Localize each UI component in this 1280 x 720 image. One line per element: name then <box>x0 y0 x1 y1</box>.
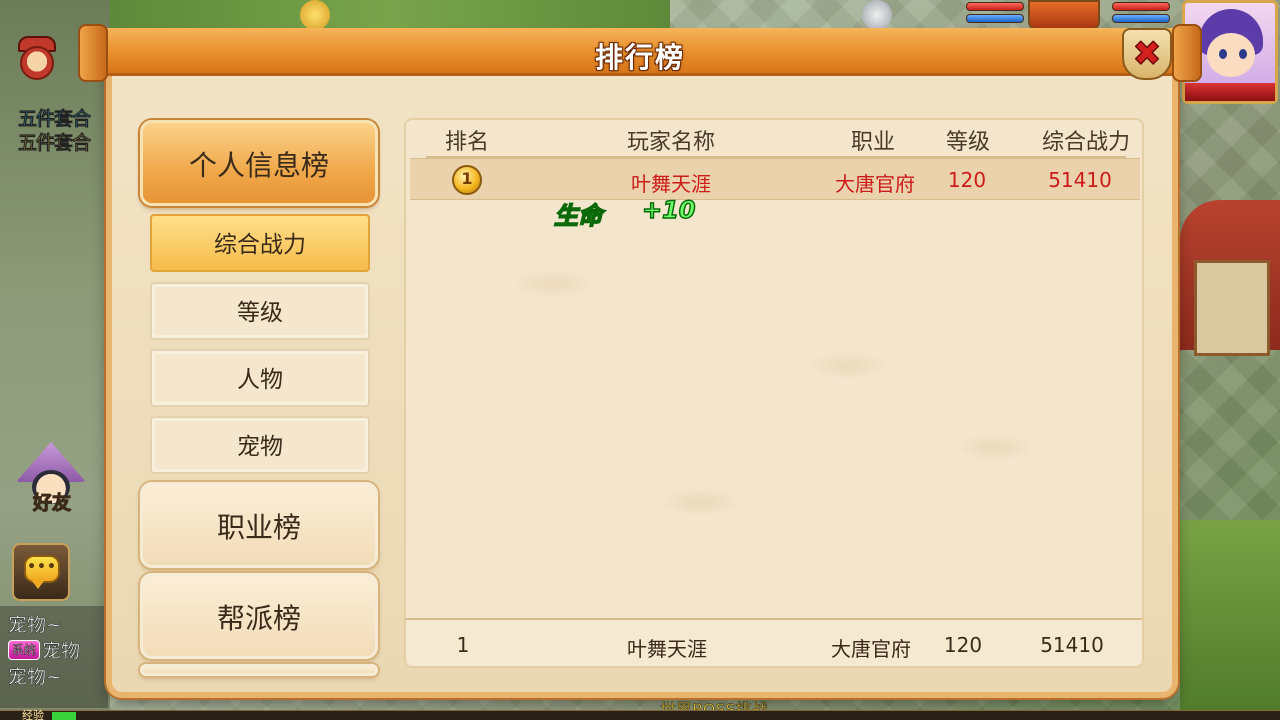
subtab-character[interactable]: 人物 <box>150 349 370 407</box>
subtab-pet[interactable]: 宠物 <box>150 416 370 474</box>
experience-bar: 经验 <box>0 709 1280 720</box>
tab-personal-info[interactable]: 个人信息榜 <box>140 120 378 206</box>
header-rank: 排名 <box>444 130 489 155</box>
chat-line: 系统 宠物 <box>8 638 100 664</box>
player-power: 51410 <box>1048 168 1112 192</box>
player-level: 120 <box>947 168 987 192</box>
tab-guild[interactable]: 帮派榜 <box>140 573 378 659</box>
floating-hp-label: 生命 <box>553 201 603 231</box>
promo-text: 五件套合 <box>18 108 92 131</box>
tab-more[interactable] <box>140 664 378 676</box>
rank-medal-icon: 1 <box>452 165 482 195</box>
header-level: 等级 <box>945 130 990 155</box>
floating-hp-value: +10 <box>641 195 696 225</box>
chat-bubble-icon <box>24 555 60 589</box>
close-button[interactable]: ✖ <box>1122 28 1172 80</box>
chat-line: 宠物~ <box>8 614 62 637</box>
close-x-icon: ✖ <box>1132 33 1162 75</box>
table-header: 排名 玩家名称 职业 等级 综合战力 <box>426 120 1130 158</box>
my-rank-row: 1 叶舞天涯 大唐官府 120 51410 <box>406 618 1142 666</box>
my-power: 51410 <box>1040 633 1104 657</box>
my-name: 叶舞天涯 <box>627 637 707 661</box>
my-rank: 1 <box>456 633 470 657</box>
player-hp-mp-bars <box>966 2 1024 26</box>
player-name: 叶舞天涯 <box>631 172 711 196</box>
npc-sprite[interactable] <box>300 0 330 30</box>
header-combat-power: 综合战力 <box>1041 130 1130 155</box>
table-row[interactable]: 1 叶舞天涯 大唐官府 120 51410 <box>410 158 1140 200</box>
my-level: 120 <box>943 633 983 657</box>
subtab-combat-power[interactable]: 综合战力 <box>150 214 370 272</box>
player-profession: 大唐官府 <box>835 172 915 196</box>
tab-profession[interactable]: 职业榜 <box>140 482 378 568</box>
chat-log[interactable]: 宠物~ 系统 宠物 宠物~ <box>0 606 108 708</box>
building-roof <box>1180 200 1280 356</box>
dialog-title: 排行榜 <box>594 41 685 74</box>
chat-button[interactable] <box>12 543 70 601</box>
friends-label: 好友 <box>32 492 71 515</box>
promo-text: 五件套合 <box>18 132 92 155</box>
header-player-name: 玩家名称 <box>626 130 715 155</box>
scroll-ornament <box>78 24 108 82</box>
pet-hp-mp-bars <box>1112 2 1170 26</box>
system-tag: 系统 <box>8 640 41 660</box>
game-world-grass <box>1180 520 1280 720</box>
chat-line: 宠物~ <box>8 666 62 689</box>
pet-portrait[interactable] <box>1028 0 1100 30</box>
god-of-wealth-icon[interactable] <box>14 36 60 92</box>
game-world-top <box>110 0 670 28</box>
friends-button[interactable]: 好友 <box>14 442 88 515</box>
scroll-ornament <box>1172 24 1202 82</box>
subtab-level[interactable]: 等级 <box>150 282 370 340</box>
npc-sprite[interactable] <box>862 0 892 30</box>
my-profession: 大唐官府 <box>831 637 911 661</box>
ranking-table: 排名 玩家名称 职业 等级 综合战力 1 叶舞天涯 大唐官府 120 51410… <box>404 118 1144 668</box>
header-profession: 职业 <box>850 130 895 155</box>
xp-label: 经验 <box>22 709 44 720</box>
